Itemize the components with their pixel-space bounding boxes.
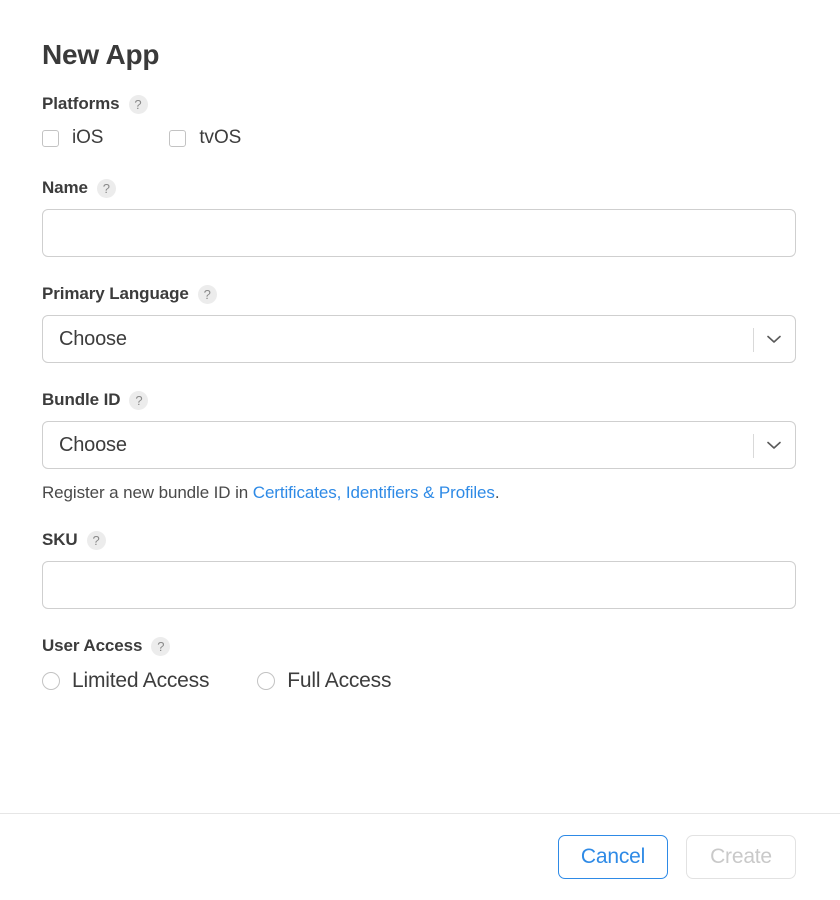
field-group-sku: SKU ? xyxy=(42,529,798,609)
checkbox-box-ios[interactable] xyxy=(42,129,59,147)
user-access-label: User Access xyxy=(42,636,143,655)
bundle-id-label: Bundle ID xyxy=(42,390,121,409)
certificates-identifiers-profiles-link[interactable]: Certificates, Identifiers & Profiles xyxy=(253,483,495,502)
checkbox-box-tvos[interactable] xyxy=(169,129,187,147)
checkbox-item-ios[interactable]: iOS xyxy=(42,127,103,149)
bundle-id-select[interactable]: Choose xyxy=(42,421,796,469)
help-question-icon[interactable]: ? xyxy=(96,178,116,198)
checkbox-label-tvos: tvOS xyxy=(199,127,242,148)
primary-language-select[interactable]: Choose xyxy=(42,315,796,363)
bundle-id-hint: Register a new bundle ID in Certificates… xyxy=(42,483,798,503)
help-question-icon[interactable]: ? xyxy=(129,390,149,410)
sku-label-row: SKU ? xyxy=(42,529,798,551)
new-app-dialog: New App Platforms ? iOS tvOS Name ? Prim… xyxy=(0,0,840,900)
field-group-platforms: Platforms ? iOS tvOS xyxy=(42,93,798,151)
primary-language-value: Choose xyxy=(59,327,127,350)
help-question-icon[interactable]: ? xyxy=(151,636,171,656)
platforms-label-row: Platforms ? xyxy=(42,93,798,115)
field-group-name: Name ? xyxy=(42,177,798,257)
help-question-icon[interactable]: ? xyxy=(86,530,106,550)
chevron-down-icon[interactable] xyxy=(766,437,782,453)
bundle-id-hint-suffix: . xyxy=(494,483,500,502)
radio-circle-limited-access[interactable] xyxy=(42,672,60,690)
user-access-label-row: User Access ? xyxy=(42,635,798,657)
radio-label-full-access: Full Access xyxy=(287,669,392,692)
sku-input[interactable] xyxy=(42,561,796,609)
name-label: Name xyxy=(42,178,88,197)
dialog-footer: Cancel Create xyxy=(0,814,840,900)
bundle-id-hint-prefix: Register a new bundle ID in xyxy=(42,483,253,502)
platforms-label: Platforms xyxy=(42,94,120,113)
name-label-row: Name ? xyxy=(42,177,798,199)
name-input[interactable] xyxy=(42,209,796,257)
bundle-id-value: Choose xyxy=(59,433,127,456)
select-divider xyxy=(753,434,754,458)
radio-circle-full-access[interactable] xyxy=(257,672,276,690)
sku-label: SKU xyxy=(42,530,78,549)
checkbox-item-tvos[interactable]: tvOS xyxy=(169,127,241,149)
primary-language-label: Primary Language xyxy=(42,284,189,303)
chevron-down-icon[interactable] xyxy=(766,331,782,347)
field-group-primary-language: Primary Language ? Choose xyxy=(42,283,798,363)
cancel-button[interactable]: Cancel xyxy=(558,835,668,879)
bundle-id-label-row: Bundle ID ? xyxy=(42,389,798,411)
select-divider xyxy=(753,328,754,352)
help-question-icon[interactable]: ? xyxy=(128,94,148,114)
platforms-checkbox-row: iOS tvOS xyxy=(42,125,798,151)
dialog-body: New App Platforms ? iOS tvOS Name ? Prim… xyxy=(0,0,840,695)
help-question-icon[interactable]: ? xyxy=(197,284,217,304)
field-group-user-access: User Access ? Limited Access Full Access xyxy=(42,635,798,695)
radio-item-limited-access[interactable]: Limited Access xyxy=(42,669,209,693)
primary-language-label-row: Primary Language ? xyxy=(42,283,798,305)
field-group-bundle-id: Bundle ID ? Choose Register a new bundle… xyxy=(42,389,798,503)
checkbox-label-ios: iOS xyxy=(72,127,104,148)
page-title: New App xyxy=(42,39,160,70)
create-button[interactable]: Create xyxy=(686,835,796,879)
radio-label-limited-access: Limited Access xyxy=(72,669,210,692)
radio-item-full-access[interactable]: Full Access xyxy=(257,669,391,693)
user-access-radio-row: Limited Access Full Access xyxy=(42,667,798,695)
